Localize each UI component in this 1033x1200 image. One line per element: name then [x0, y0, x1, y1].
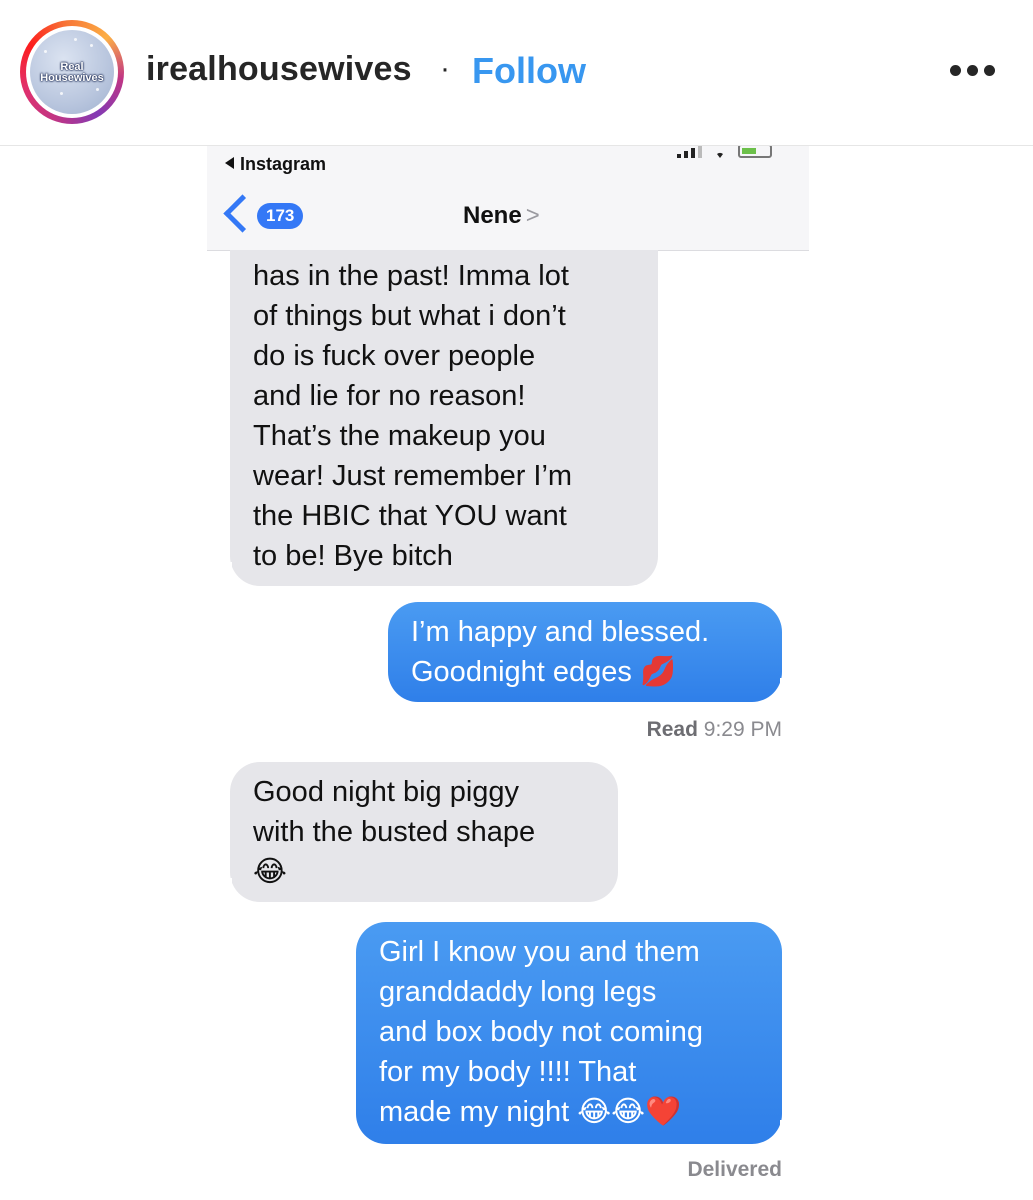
imessage-nav-bar: Instagram 173 Nene >	[207, 146, 809, 251]
avatar-image: Real Housewives	[30, 30, 114, 114]
chevron-right-icon: >	[525, 202, 540, 229]
sparkle-icon	[44, 50, 47, 53]
post-header: Real Housewives irealhousewives · Follow	[0, 0, 1033, 146]
dot-icon	[984, 64, 995, 76]
avatar-logo: Real Housewives	[32, 62, 112, 84]
battery-icon	[738, 146, 772, 158]
unread-count-badge[interactable]: 173	[257, 203, 304, 229]
sparkle-icon	[60, 92, 63, 95]
read-time: 9:29 PM	[703, 718, 782, 741]
separator-dot: ·	[440, 52, 450, 85]
avatar[interactable]: Real Housewives	[20, 20, 124, 124]
read-receipt: Read 9:29 PM	[520, 718, 782, 742]
sparkle-icon	[74, 38, 77, 41]
message-bubble-outgoing: Girl I know you and them granddaddy long…	[356, 922, 800, 1146]
username[interactable]: irealhousewives	[146, 50, 412, 89]
follow-button[interactable]: Follow	[472, 50, 586, 92]
back-chevron-icon[interactable]	[223, 194, 262, 233]
contact-name-label: Nene	[463, 202, 522, 229]
wifi-icon	[717, 153, 723, 158]
avatar-frame: Real Housewives	[26, 26, 118, 118]
dot-icon	[967, 64, 978, 76]
message-bubble-incoming: has in the past! Imma lot of things but …	[212, 250, 658, 588]
dot-icon	[950, 64, 961, 76]
signal-icon	[677, 146, 702, 158]
message-bubble-outgoing: I’m happy and blessed. Goodnight edges 💋	[388, 602, 800, 704]
more-options-icon[interactable]	[950, 60, 998, 80]
contact-name[interactable]: Nene >	[463, 202, 540, 230]
status-icons	[677, 146, 772, 158]
delivered-receipt: Delivered	[687, 1158, 782, 1181]
avatar-logo-line2: Housewives	[40, 72, 104, 84]
back-triangle-icon	[225, 157, 234, 169]
back-app-label: Instagram	[240, 154, 327, 174]
read-label: Read	[646, 718, 698, 741]
back-to-app[interactable]: Instagram	[225, 154, 326, 175]
sparkle-icon	[96, 88, 99, 91]
message-bubble-incoming: Good night big piggy with the busted sha…	[212, 762, 618, 904]
post-image: Instagram 173 Nene > has in the past! Imm…	[0, 146, 1033, 1200]
sparkle-icon	[90, 44, 93, 47]
